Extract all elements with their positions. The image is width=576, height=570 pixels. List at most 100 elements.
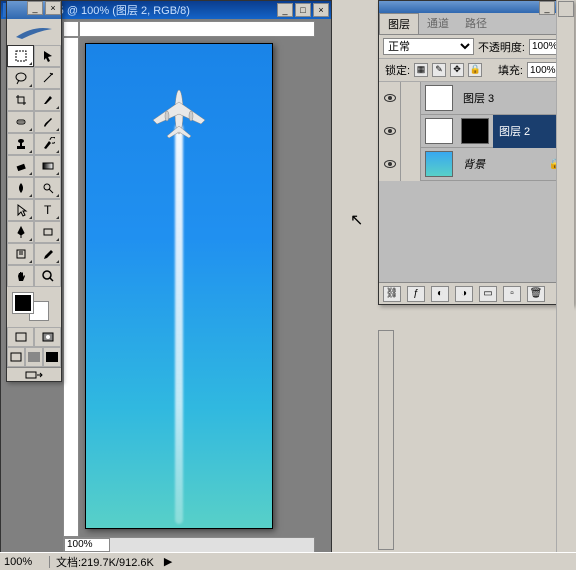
tool-crop[interactable] bbox=[7, 89, 34, 111]
tool-shape[interactable] bbox=[34, 221, 61, 243]
tab-channels[interactable]: 通道 bbox=[419, 13, 457, 34]
tool-lasso[interactable] bbox=[7, 67, 34, 89]
layer-style-button[interactable]: ƒ bbox=[407, 286, 425, 302]
scrollbar-horizontal[interactable]: 100% bbox=[63, 537, 315, 553]
canvas[interactable] bbox=[85, 43, 273, 529]
tool-path-select[interactable] bbox=[7, 199, 34, 221]
screen-standard-button[interactable] bbox=[7, 347, 25, 367]
add-mask-button[interactable]: ◐ bbox=[431, 286, 449, 302]
toolbox: _ × T bbox=[6, 0, 62, 382]
lock-transparency-button[interactable]: ▦ bbox=[414, 63, 428, 77]
svg-text:T: T bbox=[44, 203, 52, 217]
tool-stamp[interactable] bbox=[7, 133, 34, 155]
link-layers-button[interactable]: ⛓ bbox=[383, 286, 401, 302]
tool-slice[interactable] bbox=[34, 89, 61, 111]
toolbox-min-button[interactable]: _ bbox=[27, 1, 43, 15]
toolbox-header[interactable]: _ × bbox=[7, 1, 61, 19]
zoom-input[interactable]: 100% bbox=[64, 538, 110, 552]
tool-grid: T bbox=[7, 45, 61, 287]
eye-icon bbox=[384, 94, 396, 102]
visibility-toggle[interactable] bbox=[379, 82, 401, 115]
color-swatches[interactable] bbox=[7, 287, 61, 327]
standard-mode-button[interactable] bbox=[7, 327, 34, 347]
tool-type[interactable]: T bbox=[34, 199, 61, 221]
ruler-vertical[interactable] bbox=[63, 37, 79, 537]
ruler-corner bbox=[63, 21, 79, 37]
new-layer-button[interactable]: ▫ bbox=[503, 286, 521, 302]
fill-label: 填充: bbox=[498, 62, 523, 78]
tool-move[interactable] bbox=[34, 45, 61, 67]
contrail-art bbox=[175, 124, 183, 524]
tool-marquee[interactable] bbox=[7, 45, 34, 67]
layer-name[interactable]: 图层 3 bbox=[463, 90, 494, 106]
tool-brush[interactable] bbox=[34, 111, 61, 133]
toolbox-jump-button[interactable] bbox=[7, 367, 61, 381]
status-bar: 100% 文档:219.7K/912.6K ▶ bbox=[0, 552, 576, 570]
screen-full-button[interactable] bbox=[43, 347, 61, 367]
tool-gradient[interactable] bbox=[34, 155, 61, 177]
layer-name[interactable]: 背景 bbox=[463, 156, 485, 172]
app-logo bbox=[7, 19, 61, 45]
close-button[interactable]: × bbox=[313, 3, 329, 17]
tool-hand[interactable] bbox=[7, 265, 34, 287]
new-group-button[interactable]: ▭ bbox=[479, 286, 497, 302]
scroll-up-button[interactable] bbox=[558, 1, 574, 17]
panel-bottom-icons: ⛓ ƒ ◐ ◑ ▭ ▫ 🗑 bbox=[379, 282, 573, 304]
status-zoom[interactable]: 100% bbox=[0, 556, 50, 568]
tool-heal[interactable] bbox=[7, 111, 34, 133]
tab-paths[interactable]: 路径 bbox=[457, 13, 495, 34]
minimize-button[interactable]: _ bbox=[277, 3, 293, 17]
link-col[interactable] bbox=[401, 115, 421, 148]
layer-thumbnail[interactable] bbox=[425, 85, 453, 111]
tab-layers[interactable]: 图层 bbox=[379, 13, 419, 34]
maximize-button[interactable]: □ bbox=[295, 3, 311, 17]
panel-lock-row: 锁定: ▦ ✎ ✥ 🔒 填充: 100% ▸ bbox=[379, 59, 573, 82]
window-scrollbar-right[interactable] bbox=[556, 0, 574, 552]
new-adjustment-button[interactable]: ◑ bbox=[455, 286, 473, 302]
panel-header[interactable]: _ × bbox=[379, 1, 573, 13]
layer-name[interactable]: 图层 2 bbox=[499, 123, 530, 139]
layer-row[interactable]: 图层 2 bbox=[379, 115, 573, 148]
foreground-color-swatch[interactable] bbox=[13, 293, 33, 313]
tool-pen[interactable] bbox=[7, 221, 34, 243]
delete-layer-button[interactable]: 🗑 bbox=[527, 286, 545, 302]
panel-tabs: 图层 通道 路径 ▸ bbox=[379, 13, 573, 35]
status-menu-arrow[interactable]: ▶ bbox=[164, 555, 172, 568]
tool-history-brush[interactable] bbox=[34, 133, 61, 155]
layer-mask-thumbnail[interactable] bbox=[461, 118, 489, 144]
visibility-toggle[interactable] bbox=[379, 115, 401, 148]
tool-blur[interactable] bbox=[7, 177, 34, 199]
lock-all-button[interactable]: 🔒 bbox=[468, 63, 482, 77]
tool-wand[interactable] bbox=[34, 67, 61, 89]
scroll-track-h[interactable] bbox=[110, 538, 314, 552]
lock-pixels-button[interactable]: ✎ bbox=[432, 63, 446, 77]
opacity-label: 不透明度: bbox=[478, 39, 525, 55]
tool-eraser[interactable] bbox=[7, 155, 34, 177]
eye-icon bbox=[384, 127, 396, 135]
panel-scrollbar[interactable] bbox=[378, 330, 394, 550]
screen-full-menu-button[interactable] bbox=[25, 347, 43, 367]
layer-thumbnail[interactable] bbox=[425, 118, 453, 144]
tool-dodge[interactable] bbox=[34, 177, 61, 199]
airplane-art bbox=[149, 82, 209, 145]
tool-notes[interactable] bbox=[7, 243, 34, 265]
visibility-toggle[interactable] bbox=[379, 148, 401, 181]
layer-list: 图层 3 图层 2 背景🔒 bbox=[379, 82, 573, 282]
blend-mode-select[interactable]: 正常 bbox=[383, 38, 474, 55]
lock-position-button[interactable]: ✥ bbox=[450, 63, 464, 77]
layers-panel: _ × 图层 通道 路径 ▸ 正常 不透明度: 100% ▸ 锁定: ▦ ✎ ✥… bbox=[378, 0, 574, 305]
layer-row[interactable]: 图层 3 bbox=[379, 82, 573, 115]
quickmask-mode-button[interactable] bbox=[34, 327, 61, 347]
eye-icon bbox=[384, 160, 396, 168]
link-col[interactable] bbox=[401, 148, 421, 181]
toolbox-close-button[interactable]: × bbox=[45, 1, 61, 15]
tool-zoom[interactable] bbox=[34, 265, 61, 287]
lock-label: 锁定: bbox=[385, 62, 410, 78]
layer-row[interactable]: 背景🔒 bbox=[379, 148, 573, 181]
ruler-horizontal[interactable] bbox=[79, 21, 315, 37]
panel-blend-row: 正常 不透明度: 100% ▸ bbox=[379, 35, 573, 59]
tool-eyedropper[interactable] bbox=[34, 243, 61, 265]
link-col[interactable] bbox=[401, 82, 421, 115]
cursor-icon: ↖ bbox=[350, 210, 363, 230]
layer-thumbnail[interactable] bbox=[425, 151, 453, 177]
